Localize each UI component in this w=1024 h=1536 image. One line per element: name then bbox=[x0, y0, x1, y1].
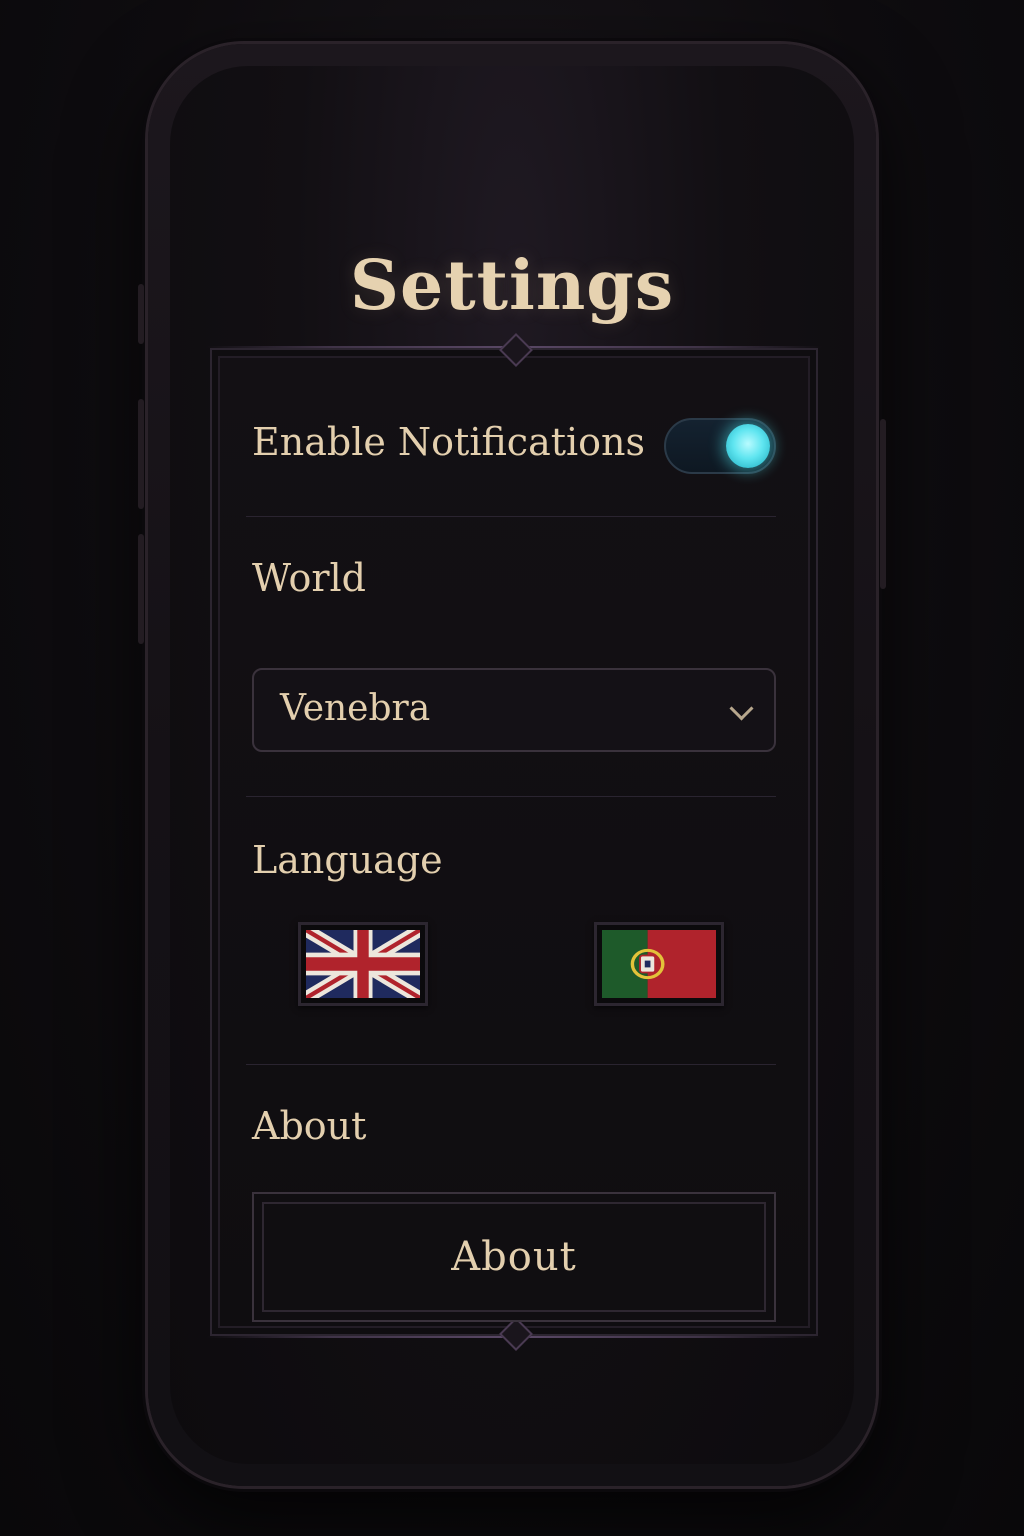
volume-down-button bbox=[138, 534, 144, 644]
divider bbox=[246, 796, 776, 797]
page-title: Settings bbox=[349, 246, 675, 326]
settings-panel: Enable Notifications World Venebra Langu… bbox=[206, 333, 822, 1351]
panel-top-ornament bbox=[499, 333, 533, 367]
side-button bbox=[138, 284, 144, 344]
about-label: About bbox=[252, 1104, 367, 1148]
notifications-label: Enable Notifications bbox=[252, 420, 646, 464]
volume-up-button bbox=[138, 399, 144, 509]
settings-screen: Settings Enable Notifications World Vene… bbox=[170, 66, 854, 1464]
world-select[interactable]: Venebra bbox=[252, 668, 776, 752]
world-select-value: Venebra bbox=[280, 688, 431, 729]
language-option-english[interactable] bbox=[298, 922, 428, 1006]
notifications-toggle[interactable] bbox=[664, 418, 776, 474]
about-button[interactable]: About bbox=[252, 1192, 776, 1322]
power-button bbox=[880, 419, 886, 589]
uk-flag-icon bbox=[306, 930, 420, 998]
language-option-portuguese[interactable] bbox=[594, 922, 724, 1006]
panel-bottom-ornament bbox=[499, 1317, 533, 1351]
toggle-knob bbox=[726, 424, 770, 468]
divider bbox=[246, 1064, 776, 1065]
phone-frame: Settings Enable Notifications World Vene… bbox=[138, 44, 886, 1486]
divider bbox=[246, 516, 776, 517]
portugal-flag-icon bbox=[602, 930, 716, 998]
chevron-down-icon bbox=[729, 696, 754, 721]
language-label: Language bbox=[252, 838, 443, 882]
world-label: World bbox=[252, 556, 366, 600]
